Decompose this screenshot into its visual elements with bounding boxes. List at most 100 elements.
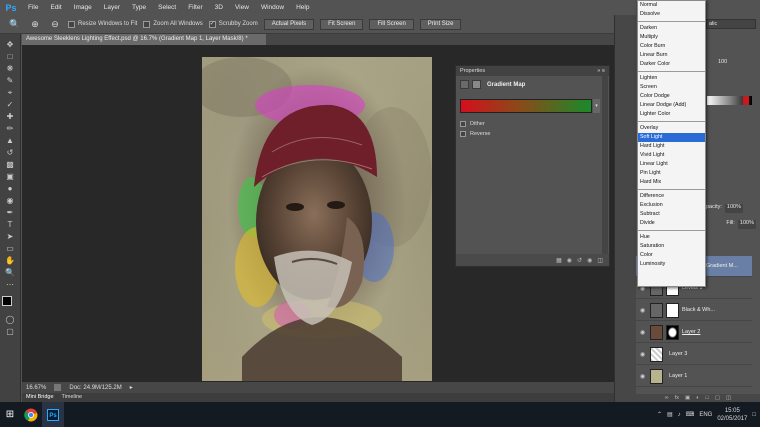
- blend-mode-option[interactable]: Hue: [638, 233, 705, 242]
- chrome-taskbar-icon[interactable]: [20, 402, 42, 427]
- color-swatches[interactable]: [2, 296, 18, 312]
- brush-tool-icon[interactable]: ✏: [3, 124, 17, 133]
- menu-select[interactable]: Select: [152, 0, 182, 15]
- crop-tool-icon[interactable]: ⌖: [3, 88, 17, 97]
- blend-mode-option[interactable]: Linear Dodge (Add): [638, 101, 705, 110]
- menu-image[interactable]: Image: [68, 0, 98, 15]
- keyboard-icon[interactable]: ⌨: [686, 411, 695, 418]
- type-tool-icon[interactable]: T: [3, 220, 17, 229]
- dodge-tool-icon[interactable]: ◉: [3, 196, 17, 205]
- show-hidden-icons-icon[interactable]: ⌃: [657, 411, 662, 418]
- quick-select-tool-icon[interactable]: ✎: [3, 76, 17, 85]
- quick-mask-icon[interactable]: ◯: [3, 315, 17, 324]
- blend-mode-option[interactable]: Saturation: [638, 242, 705, 251]
- blend-mode-option[interactable]: Dissolve: [638, 10, 705, 19]
- link-layers-icon[interactable]: ∞: [665, 394, 669, 402]
- blend-mode-option[interactable]: Pin Light: [638, 169, 705, 178]
- mask-icon[interactable]: [472, 80, 481, 89]
- blend-mode-option[interactable]: Lighten: [638, 74, 705, 83]
- marquee-tool-icon[interactable]: □: [3, 52, 17, 61]
- reverse-checkbox[interactable]: Reverse: [456, 131, 609, 137]
- move-tool-icon[interactable]: ✥: [3, 40, 17, 49]
- clip-to-layer-icon[interactable]: ▦: [556, 257, 562, 264]
- menu-filter[interactable]: Filter: [182, 0, 208, 15]
- fill-control[interactable]: Fill: 100%: [712, 220, 756, 229]
- blend-mode-option[interactable]: Linear Burn: [638, 51, 705, 60]
- windows-start-icon[interactable]: ⊞: [0, 402, 20, 427]
- scrubby-zoom-checkbox[interactable]: ✓ Scrubby Zoom: [208, 20, 258, 28]
- blend-mode-option[interactable]: Difference: [638, 192, 705, 201]
- blend-mode-option[interactable]: Normal: [638, 1, 705, 10]
- blend-mode-option[interactable]: Darken: [638, 24, 705, 33]
- gradient-tool-icon[interactable]: ▣: [3, 172, 17, 181]
- zoom-tool-icon[interactable]: 🔍: [8, 17, 22, 31]
- zoom-tool-icon[interactable]: 🔍: [3, 268, 17, 277]
- blend-mode-option[interactable]: Luminosity: [638, 260, 705, 269]
- menu-window[interactable]: Window: [255, 0, 290, 15]
- new-layer-icon[interactable]: ▢: [715, 394, 720, 402]
- blend-mode-option[interactable]: Linear Light: [638, 160, 705, 169]
- document-tab[interactable]: Awesome Sleeklens Lighting Effect.psd @ …: [22, 34, 266, 45]
- hand-tool-icon[interactable]: ✋: [3, 256, 17, 265]
- eye-icon[interactable]: ◉: [640, 307, 647, 314]
- layer-row[interactable]: ◉ Black & Wh...: [636, 300, 752, 321]
- eyedropper-tool-icon[interactable]: ✓: [3, 100, 17, 109]
- adjustment-icon[interactable]: [460, 80, 469, 89]
- photoshop-taskbar-icon[interactable]: Ps: [42, 402, 64, 427]
- path-select-tool-icon[interactable]: ➤: [3, 232, 17, 241]
- zoom-out-icon[interactable]: ⊖: [48, 17, 62, 31]
- menu-3d[interactable]: 3D: [209, 0, 229, 15]
- status-icon[interactable]: [54, 384, 62, 391]
- eye-icon[interactable]: ◉: [640, 329, 647, 336]
- blend-mode-option[interactable]: Multiply: [638, 33, 705, 42]
- font-style-field[interactable]: alic: [706, 19, 756, 29]
- language-indicator[interactable]: ENG: [699, 412, 712, 418]
- healing-brush-tool-icon[interactable]: ✚: [3, 112, 17, 121]
- eye-icon[interactable]: ◉: [640, 351, 647, 358]
- menu-type[interactable]: Type: [126, 0, 152, 15]
- actual-pixels-button[interactable]: Actual Pixels: [263, 18, 315, 30]
- opacity-control[interactable]: pacity: 100%: [706, 204, 756, 213]
- blend-mode-option[interactable]: Screen: [638, 83, 705, 92]
- layer-row[interactable]: ◉ Layer 3: [636, 344, 752, 365]
- visibility-icon[interactable]: ◉: [587, 257, 592, 264]
- notifications-icon[interactable]: □: [752, 412, 756, 418]
- dither-checkbox[interactable]: Dither: [456, 121, 609, 127]
- color-ramp-red[interactable]: [743, 96, 749, 105]
- zoom-level[interactable]: 16.67%: [26, 385, 46, 391]
- layer-style-icon[interactable]: fx: [675, 394, 679, 402]
- properties-scrollbar[interactable]: [602, 76, 608, 256]
- volume-icon[interactable]: ♪: [678, 412, 681, 418]
- tab-timeline[interactable]: Timeline: [62, 393, 83, 402]
- blend-mode-option[interactable]: Darker Color: [638, 60, 705, 69]
- blend-mode-option[interactable]: Exclusion: [638, 201, 705, 210]
- blend-mode-option[interactable]: Color: [638, 251, 705, 260]
- foreground-color[interactable]: [2, 296, 12, 306]
- print-size-button[interactable]: Print Size: [419, 18, 462, 30]
- layer-row[interactable]: ◉ Layer 2: [636, 322, 752, 343]
- pen-tool-icon[interactable]: ✒: [3, 208, 17, 217]
- blend-mode-option[interactable]: Hard Mix: [638, 178, 705, 187]
- zoom-percent-field[interactable]: 100: [718, 58, 742, 67]
- resize-windows-checkbox[interactable]: Resize Windows to Fit: [68, 20, 137, 28]
- new-group-icon[interactable]: □: [706, 394, 709, 402]
- blend-mode-option[interactable]: Vivid Light: [638, 151, 705, 160]
- blend-mode-option[interactable]: Divide: [638, 219, 705, 228]
- view-previous-icon[interactable]: ◉: [567, 257, 572, 264]
- gradient-preview[interactable]: [460, 99, 592, 113]
- blend-mode-dropdown[interactable]: Normal Dissolve Darken Multiply Color Burn Li…: [637, 0, 706, 287]
- blend-mode-option[interactable]: Color Burn: [638, 42, 705, 51]
- fill-screen-button[interactable]: Fill Screen: [369, 18, 414, 30]
- document-canvas[interactable]: [202, 57, 432, 381]
- panel-menu-icon[interactable]: » ≡: [597, 66, 605, 76]
- screen-mode-icon[interactable]: ▢: [3, 327, 17, 336]
- clock[interactable]: 15:05 02/05/2017: [717, 407, 747, 423]
- add-mask-icon[interactable]: ▣: [685, 394, 690, 402]
- menu-help[interactable]: Help: [290, 0, 315, 15]
- blend-mode-option[interactable]: Subtract: [638, 210, 705, 219]
- clone-stamp-tool-icon[interactable]: ▲: [3, 136, 17, 145]
- blend-mode-option[interactable]: Hard Light: [638, 142, 705, 151]
- eraser-tool-icon[interactable]: ▩: [3, 160, 17, 169]
- eye-icon[interactable]: ◉: [640, 373, 647, 380]
- menu-layer[interactable]: Layer: [98, 0, 126, 15]
